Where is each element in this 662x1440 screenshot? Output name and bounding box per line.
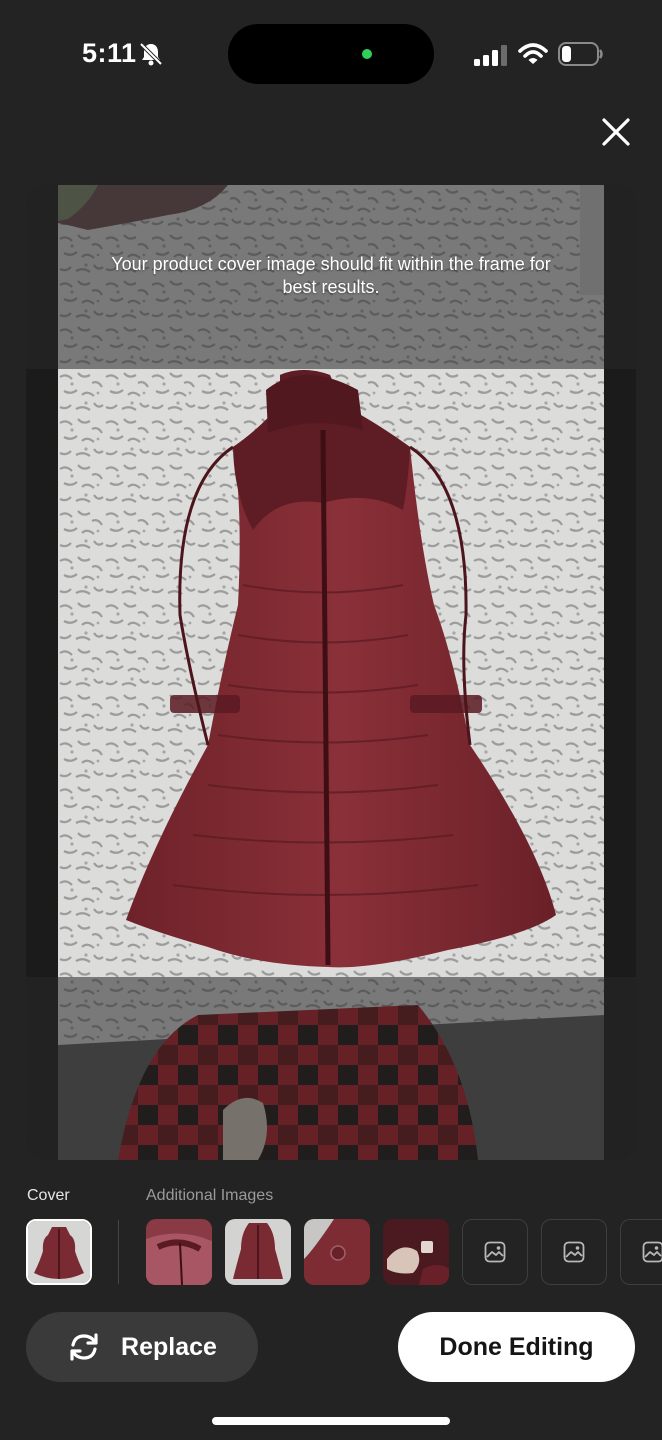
additional-thumbnail[interactable] [146, 1219, 212, 1285]
additional-thumbnail[interactable] [225, 1219, 291, 1285]
empty-image-slot[interactable] [462, 1219, 528, 1285]
empty-image-slot[interactable] [541, 1219, 607, 1285]
crop-hint-text: Your product cover image should fit with… [111, 254, 551, 297]
replace-button[interactable]: Replace [26, 1312, 258, 1382]
bell-slash-icon [140, 42, 162, 66]
additional-images-label: Additional Images [146, 1187, 274, 1204]
additional-thumbnail[interactable] [383, 1219, 449, 1285]
signal-icon [474, 45, 507, 66]
status-time: 5:11 [82, 38, 137, 68]
close-button[interactable] [596, 112, 636, 152]
photo-crop-area[interactable]: Your product cover image should fit with… [26, 185, 636, 1160]
additional-thumbnail[interactable] [304, 1219, 370, 1285]
thumbnail-divider [118, 1220, 119, 1284]
dynamic-island [228, 24, 434, 84]
cover-label: Cover [27, 1187, 70, 1204]
home-indicator[interactable] [212, 1417, 450, 1425]
crop-mask-bottom [26, 977, 636, 1160]
camera-indicator [362, 49, 372, 59]
done-editing-button[interactable]: Done Editing [398, 1312, 635, 1382]
battery-icon [558, 42, 603, 66]
done-editing-label: Done Editing [439, 1332, 594, 1361]
close-icon [602, 118, 630, 146]
wifi-icon [518, 43, 548, 64]
image-placeholder-icon [642, 1241, 662, 1263]
cover-thumbnail[interactable] [26, 1219, 92, 1285]
image-placeholder-icon [563, 1241, 585, 1263]
refresh-icon [70, 1333, 98, 1361]
empty-image-slot[interactable] [620, 1219, 662, 1285]
replace-label: Replace [121, 1332, 217, 1361]
image-placeholder-icon [484, 1241, 506, 1263]
